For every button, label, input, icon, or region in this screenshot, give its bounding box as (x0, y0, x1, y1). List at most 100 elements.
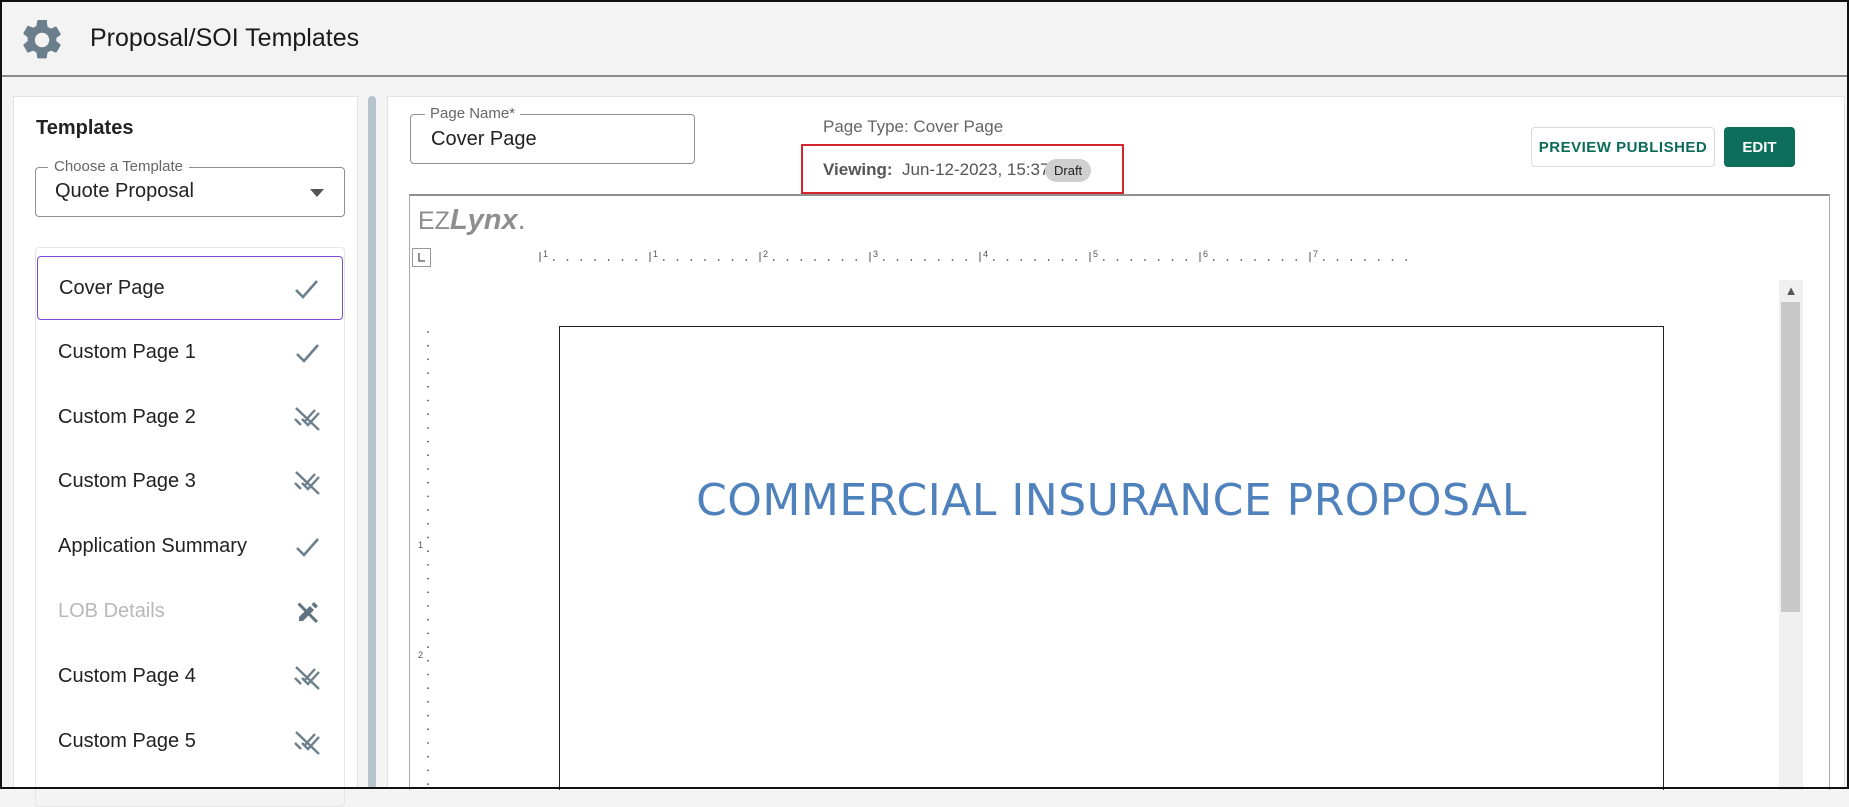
ruler-dot (1364, 259, 1366, 261)
page-title: Proposal/SOI Templates (90, 24, 360, 52)
ruler-dot (427, 728, 429, 731)
ruler-dot (1130, 259, 1133, 261)
ruler-dot (427, 481, 429, 484)
ruler-dot (427, 742, 429, 744)
viewing-info: Viewing: Jun-12-2023, 15:37 Draft (801, 144, 1124, 194)
template-select[interactable]: Choose a Template Quote Proposal (35, 158, 345, 217)
list-item[interactable]: LOB Details (37, 580, 343, 644)
edit-button[interactable]: EDIT (1724, 127, 1795, 167)
preview-published-button[interactable]: PREVIEW PUBLISHED (1531, 127, 1715, 167)
ruler-number: 1 (418, 540, 423, 550)
list-item-label: Custom Page 2 (58, 406, 196, 428)
ruler-dot (427, 783, 429, 785)
list-item-label: Custom Page 1 (58, 341, 196, 363)
ruler-dot (427, 550, 429, 553)
ruler-dot (427, 687, 429, 690)
caret-down-icon[interactable] (310, 189, 324, 197)
ruler-dot (855, 259, 858, 261)
template-select-value: Quote Proposal (55, 180, 194, 202)
list-item[interactable]: Custom Page 3 (37, 450, 343, 514)
page-editor-panel: Page Name* Cover Page Page Type: Cover P… (387, 96, 1845, 790)
ruler-number: 6 (1203, 249, 1208, 259)
ruler-dot (580, 259, 583, 261)
list-item[interactable]: Custom Page 4 (37, 645, 343, 709)
page-type: Page Type: Cover Page (823, 117, 1004, 136)
ruler-dot (1212, 259, 1215, 261)
ruler-dot (1267, 259, 1270, 261)
status-badge: Draft (1045, 159, 1092, 182)
ruler-dot (1144, 259, 1146, 261)
ruler-dot (1047, 259, 1050, 261)
ruler-dot (1240, 259, 1243, 261)
ruler-dot (882, 259, 885, 261)
ruler-dot (924, 259, 926, 261)
list-item-label: Application Summary (58, 535, 247, 557)
gear-icon[interactable] (18, 16, 66, 64)
check-icon (296, 344, 319, 363)
ruler-dot (427, 509, 429, 511)
scroll-up-icon[interactable]: ▲ (1779, 280, 1803, 302)
ruler-number: 4 (983, 249, 988, 259)
ruler-dot (800, 259, 803, 261)
tab-stop-selector[interactable] (412, 248, 431, 267)
app-header: Proposal/SOI Templates (2, 2, 1847, 77)
editor-scrollbar[interactable]: ▲ (1779, 280, 1803, 790)
document-editor[interactable]: EZLynx. 11234567 12 COMMERCIAL INSURANCE… (409, 194, 1830, 790)
panel-scrollbar[interactable] (368, 96, 376, 789)
ruler-dot (1377, 259, 1380, 261)
ruler-dot (427, 701, 429, 703)
document-title: COMMERCIAL INSURANCE PROPOSAL (696, 475, 1527, 526)
list-item[interactable]: Custom Page 1 (37, 321, 343, 385)
ruler-dot (1171, 259, 1174, 261)
ruler-number: 2 (763, 249, 768, 259)
ruler-dot (1116, 259, 1119, 261)
ruler-dot (827, 259, 830, 261)
ruler-dot (427, 522, 429, 525)
ruler-dot (937, 259, 940, 261)
ruler-dot (910, 259, 913, 261)
check-icon (295, 280, 318, 299)
ruler-dot (621, 259, 624, 261)
ruler-dot (427, 385, 429, 388)
page-name-field[interactable]: Page Name* Cover Page (410, 105, 695, 164)
ruler-dot (427, 769, 429, 772)
ruler-dot (965, 259, 968, 261)
ruler-dot (427, 591, 429, 594)
ruler-dot (427, 632, 429, 635)
templates-panel: Templates Choose a Template Quote Propos… (13, 96, 358, 807)
ruler-dot (1006, 259, 1009, 261)
ruler-dot (1034, 259, 1036, 261)
ruler-dot (676, 259, 679, 261)
ruler-dot (717, 259, 720, 261)
ruler-dot (1020, 259, 1023, 261)
remove-done-icon (294, 471, 320, 495)
list-item[interactable]: Custom Page 5 (37, 710, 343, 774)
ruler-dot (1350, 259, 1353, 261)
ruler-dot (786, 259, 789, 261)
list-item[interactable]: Cover Page (37, 256, 343, 320)
ruler-dot (427, 673, 429, 676)
list-item[interactable]: Application Summary (37, 515, 343, 579)
ruler-dot (427, 427, 429, 429)
horizontal-ruler[interactable]: 1 1 2 3 4 5 6 7 (530, 248, 1690, 268)
ruler-dot (731, 259, 734, 261)
ruler-dot (427, 659, 429, 662)
viewing-label: Viewing: (823, 160, 893, 179)
ruler-dot (1185, 259, 1188, 261)
ruler-dot (1102, 259, 1105, 261)
scroll-thumb[interactable] (1781, 302, 1800, 612)
document-page[interactable]: COMMERCIAL INSURANCE PROPOSAL (559, 326, 1664, 790)
ruler-dot (427, 468, 429, 470)
ruler-dot (704, 259, 706, 261)
remove-done-icon (294, 731, 320, 755)
ezlynx-logo: EZLynx. (418, 204, 526, 236)
edit-off-icon (297, 602, 318, 623)
ruler-dot (594, 259, 596, 261)
ruler-dot (1322, 259, 1325, 261)
list-item[interactable]: Custom Page 2 (37, 386, 343, 450)
vertical-ruler[interactable]: 12 (416, 326, 436, 790)
ruler-dot (427, 646, 429, 648)
ruler-dot (427, 577, 429, 580)
page-name-label: Page Name* (425, 105, 521, 122)
page-list: Cover Page Custom Page 1 Custom Page 2 C… (35, 247, 345, 807)
